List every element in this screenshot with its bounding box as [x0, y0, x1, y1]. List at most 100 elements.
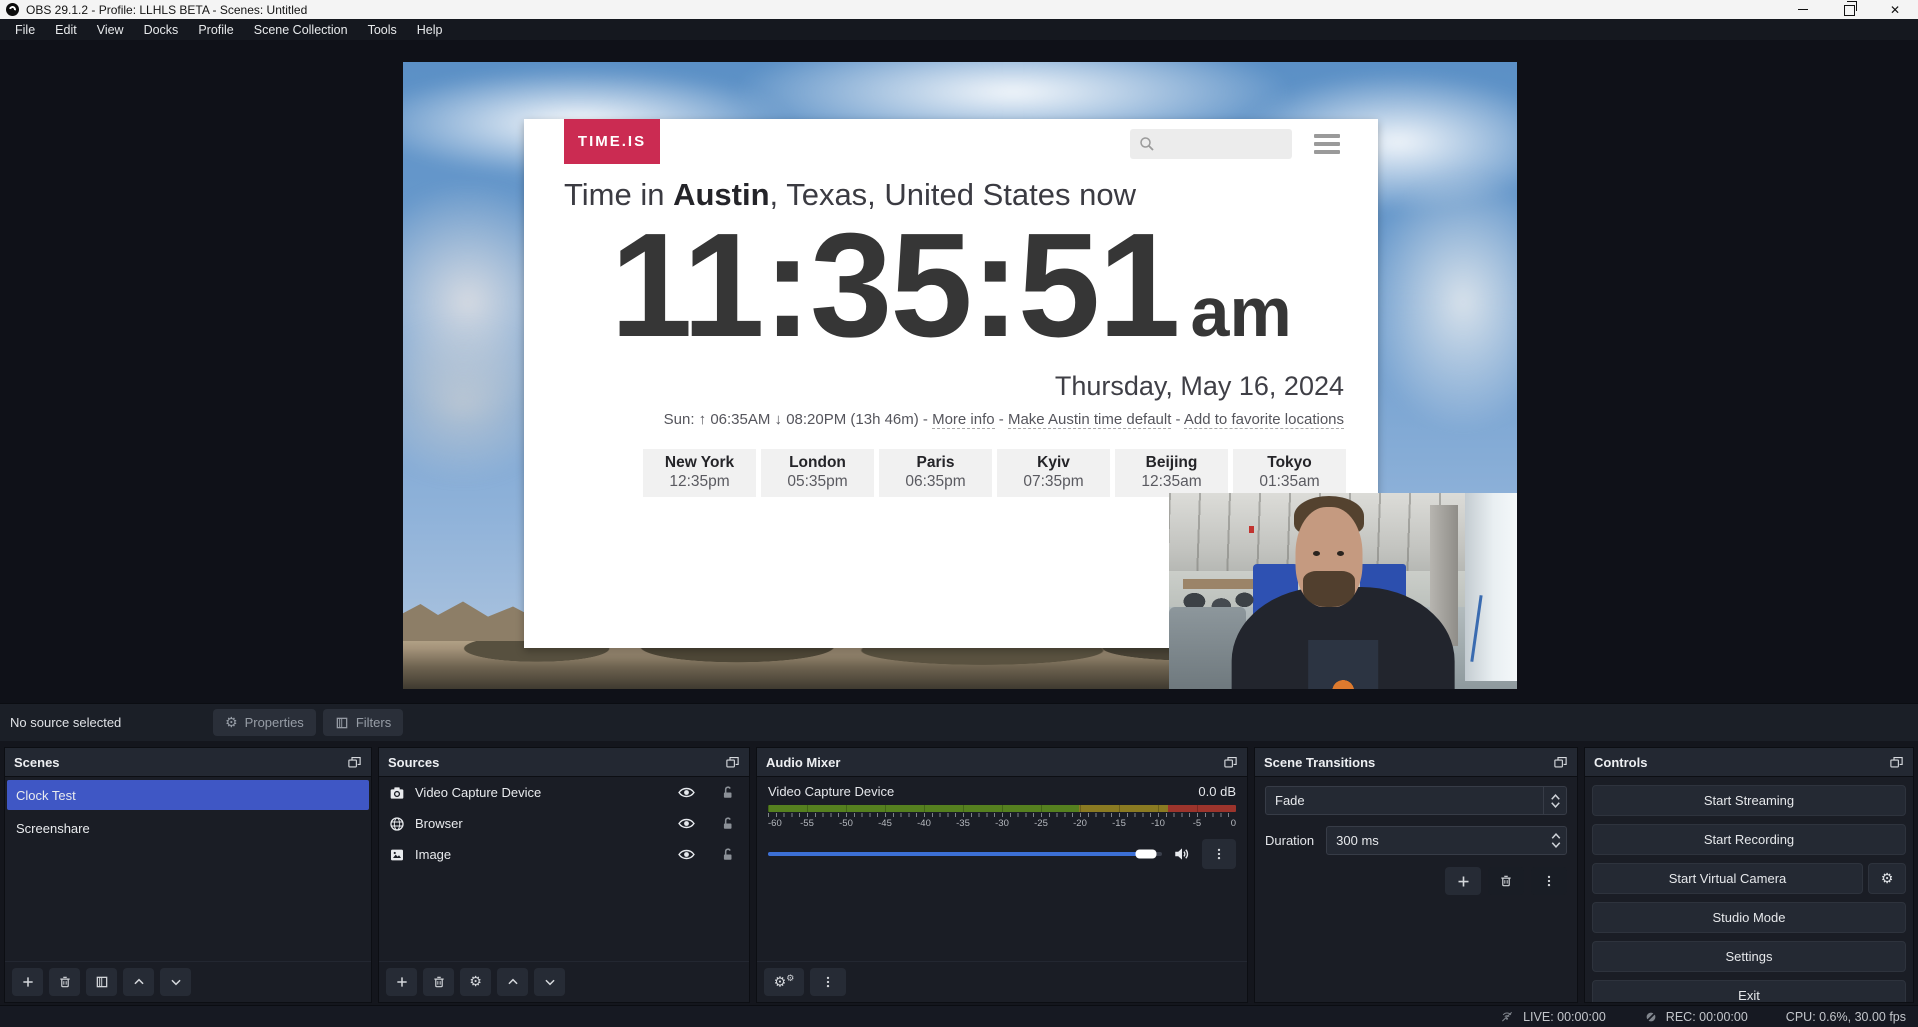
- audio-mixer-panel: Audio Mixer Video Capture Device 0.0 dB …: [756, 747, 1248, 1003]
- properties-button[interactable]: ⚙ Properties: [213, 709, 316, 736]
- start-virtual-camera-button[interactable]: Start Virtual Camera: [1592, 863, 1863, 894]
- chevron-up-icon: [132, 975, 146, 989]
- no-source-selected-label: No source selected: [10, 715, 121, 730]
- add-transition-button[interactable]: [1445, 867, 1481, 895]
- transition-properties-button[interactable]: [1531, 867, 1567, 895]
- move-scene-down-button[interactable]: [160, 968, 191, 996]
- menu-tools[interactable]: Tools: [358, 19, 407, 40]
- move-source-up-button[interactable]: [497, 968, 528, 996]
- scene-item-clock-test[interactable]: Clock Test: [7, 780, 369, 810]
- minimize-button[interactable]: [1780, 0, 1826, 19]
- gear-icon: ⚙: [469, 975, 482, 989]
- visibility-eye-icon[interactable]: [678, 815, 695, 832]
- clock-ampm: am: [1191, 273, 1292, 351]
- menu-file[interactable]: File: [5, 19, 45, 40]
- meter-tick-labels: -60 -55 -50 -45 -40 -35 -30 -25 -20 -15 …: [768, 818, 1236, 830]
- kebab-menu-icon: [1212, 847, 1226, 861]
- rec-status: REC: 00:00:00: [1644, 1010, 1748, 1024]
- sources-panel-title: Sources: [388, 755, 439, 770]
- menu-view[interactable]: View: [87, 19, 134, 40]
- caret-down-icon: [1551, 802, 1560, 808]
- popout-icon[interactable]: [1889, 755, 1904, 770]
- trash-icon: [1499, 874, 1513, 888]
- duration-spinbox[interactable]: 300 ms: [1326, 826, 1567, 855]
- virtual-camera-config-button[interactable]: ⚙: [1868, 863, 1906, 894]
- source-row-video-capture[interactable]: Video Capture Device: [379, 777, 749, 808]
- scenes-panel-header[interactable]: Scenes: [5, 748, 371, 777]
- mixer-channel-name: Video Capture Device: [768, 784, 894, 799]
- clock-digits: 11:35:51: [610, 203, 1178, 368]
- popout-icon[interactable]: [1553, 755, 1568, 770]
- sources-panel-header[interactable]: Sources: [379, 748, 749, 777]
- scene-filters-button[interactable]: [86, 968, 117, 996]
- close-button[interactable]: ✕: [1872, 0, 1918, 19]
- timeis-logo: TIME.IS: [564, 119, 660, 164]
- meter-ticks: [768, 813, 1236, 817]
- transition-selected-value: Fade: [1275, 793, 1305, 808]
- volume-slider[interactable]: [768, 852, 1162, 856]
- menu-profile[interactable]: Profile: [188, 19, 243, 40]
- visibility-eye-icon[interactable]: [678, 846, 695, 863]
- studio-mode-button[interactable]: Studio Mode: [1592, 902, 1906, 933]
- double-gear-icon: ⚙⚙: [774, 975, 795, 990]
- world-clock-tile: New York12:35pm: [643, 449, 756, 497]
- duration-label: Duration: [1265, 833, 1314, 848]
- transitions-header[interactable]: Scene Transitions: [1255, 748, 1577, 777]
- mixer-channel-menu-button[interactable]: [1202, 839, 1236, 869]
- combo-spinner[interactable]: [1543, 787, 1566, 814]
- status-bar: LIVE: 00:00:00 REC: 00:00:00 CPU: 0.6%, …: [0, 1005, 1918, 1027]
- record-inactive-icon: [1644, 1010, 1658, 1024]
- source-row-browser[interactable]: Browser: [379, 808, 749, 839]
- dock-area: Scenes Clock Test Screenshare Sources: [0, 741, 1918, 1005]
- office-table: [1183, 579, 1253, 589]
- menu-edit[interactable]: Edit: [45, 19, 87, 40]
- move-source-down-button[interactable]: [534, 968, 565, 996]
- visibility-eye-icon[interactable]: [678, 784, 695, 801]
- start-streaming-button[interactable]: Start Streaming: [1592, 785, 1906, 816]
- remove-scene-button[interactable]: [49, 968, 80, 996]
- mixer-menu-button[interactable]: [810, 968, 846, 996]
- remove-source-button[interactable]: [423, 968, 454, 996]
- advanced-audio-button[interactable]: ⚙⚙: [764, 968, 804, 996]
- speaker-icon[interactable]: [1173, 845, 1191, 863]
- exit-button[interactable]: Exit: [1592, 980, 1906, 1002]
- menu-docks[interactable]: Docks: [134, 19, 189, 40]
- webcam-source-overlay[interactable]: [1169, 493, 1517, 689]
- timeis-clock: 11:35:51am: [524, 211, 1378, 361]
- menu-scene-collection[interactable]: Scene Collection: [244, 19, 358, 40]
- add-source-button[interactable]: [386, 968, 417, 996]
- scene-item-screenshare[interactable]: Screenshare: [7, 813, 369, 843]
- settings-button[interactable]: Settings: [1592, 941, 1906, 972]
- controls-header[interactable]: Controls: [1585, 748, 1913, 777]
- volume-slider-handle[interactable]: [1136, 850, 1157, 859]
- move-scene-up-button[interactable]: [123, 968, 154, 996]
- add-scene-button[interactable]: [12, 968, 43, 996]
- menu-help[interactable]: Help: [407, 19, 453, 40]
- spinbox-arrows[interactable]: [1551, 833, 1561, 848]
- source-properties-button[interactable]: ⚙: [460, 968, 491, 996]
- controls-panel: Controls Start Streaming Start Recording…: [1584, 747, 1914, 1003]
- lock-icon[interactable]: [721, 785, 735, 800]
- window-title: OBS 29.1.2 - Profile: LLHLS BETA - Scene…: [26, 3, 307, 17]
- restore-button[interactable]: [1826, 0, 1872, 19]
- cpu-fps-stats: CPU: 0.6%, 30.00 fps: [1786, 1010, 1906, 1024]
- lock-icon[interactable]: [721, 816, 735, 831]
- remove-transition-button[interactable]: [1488, 867, 1524, 895]
- audio-mixer-header[interactable]: Audio Mixer: [757, 748, 1247, 777]
- scene-transitions-panel: Scene Transitions Fade Duration: [1254, 747, 1578, 1003]
- source-row-image[interactable]: Image: [379, 839, 749, 870]
- lock-icon[interactable]: [721, 847, 735, 862]
- chevron-down-icon: [543, 975, 557, 989]
- minimize-icon: [1798, 9, 1808, 10]
- chevron-up-icon: [506, 975, 520, 989]
- transition-select[interactable]: Fade: [1265, 786, 1567, 815]
- popout-icon[interactable]: [1223, 755, 1238, 770]
- filters-button[interactable]: Filters: [323, 709, 403, 736]
- video-preview-canvas[interactable]: TIME.IS Time in Austin, Texas, United St…: [403, 62, 1517, 689]
- source-label: Image: [415, 847, 451, 862]
- start-recording-button[interactable]: Start Recording: [1592, 824, 1906, 855]
- chevron-down-icon: [169, 975, 183, 989]
- image-icon: [389, 847, 405, 863]
- popout-icon[interactable]: [347, 755, 362, 770]
- popout-icon[interactable]: [725, 755, 740, 770]
